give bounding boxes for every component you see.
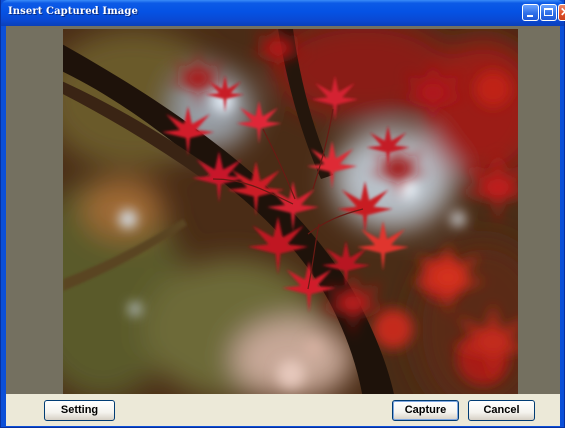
insert-captured-image-dialog: Insert Captured Image ✕ <box>0 0 565 428</box>
maximize-icon <box>544 8 553 16</box>
captured-image-preview <box>63 29 518 395</box>
setting-button[interactable]: Setting <box>44 400 115 421</box>
maximize-button[interactable] <box>540 4 557 21</box>
cancel-button[interactable]: Cancel <box>468 400 535 421</box>
minimize-icon <box>527 15 533 17</box>
close-button[interactable]: ✕ <box>558 4 565 21</box>
captured-image <box>63 29 518 395</box>
close-icon: ✕ <box>560 6 565 19</box>
capture-button[interactable]: Capture <box>392 400 459 421</box>
minimize-button[interactable] <box>522 4 539 21</box>
window-title: Insert Captured Image <box>8 6 138 17</box>
button-bar: Setting Capture Cancel <box>6 394 560 426</box>
title-bar[interactable]: Insert Captured Image ✕ <box>1 0 565 26</box>
dialog-client-area: Setting Capture Cancel <box>6 26 560 426</box>
